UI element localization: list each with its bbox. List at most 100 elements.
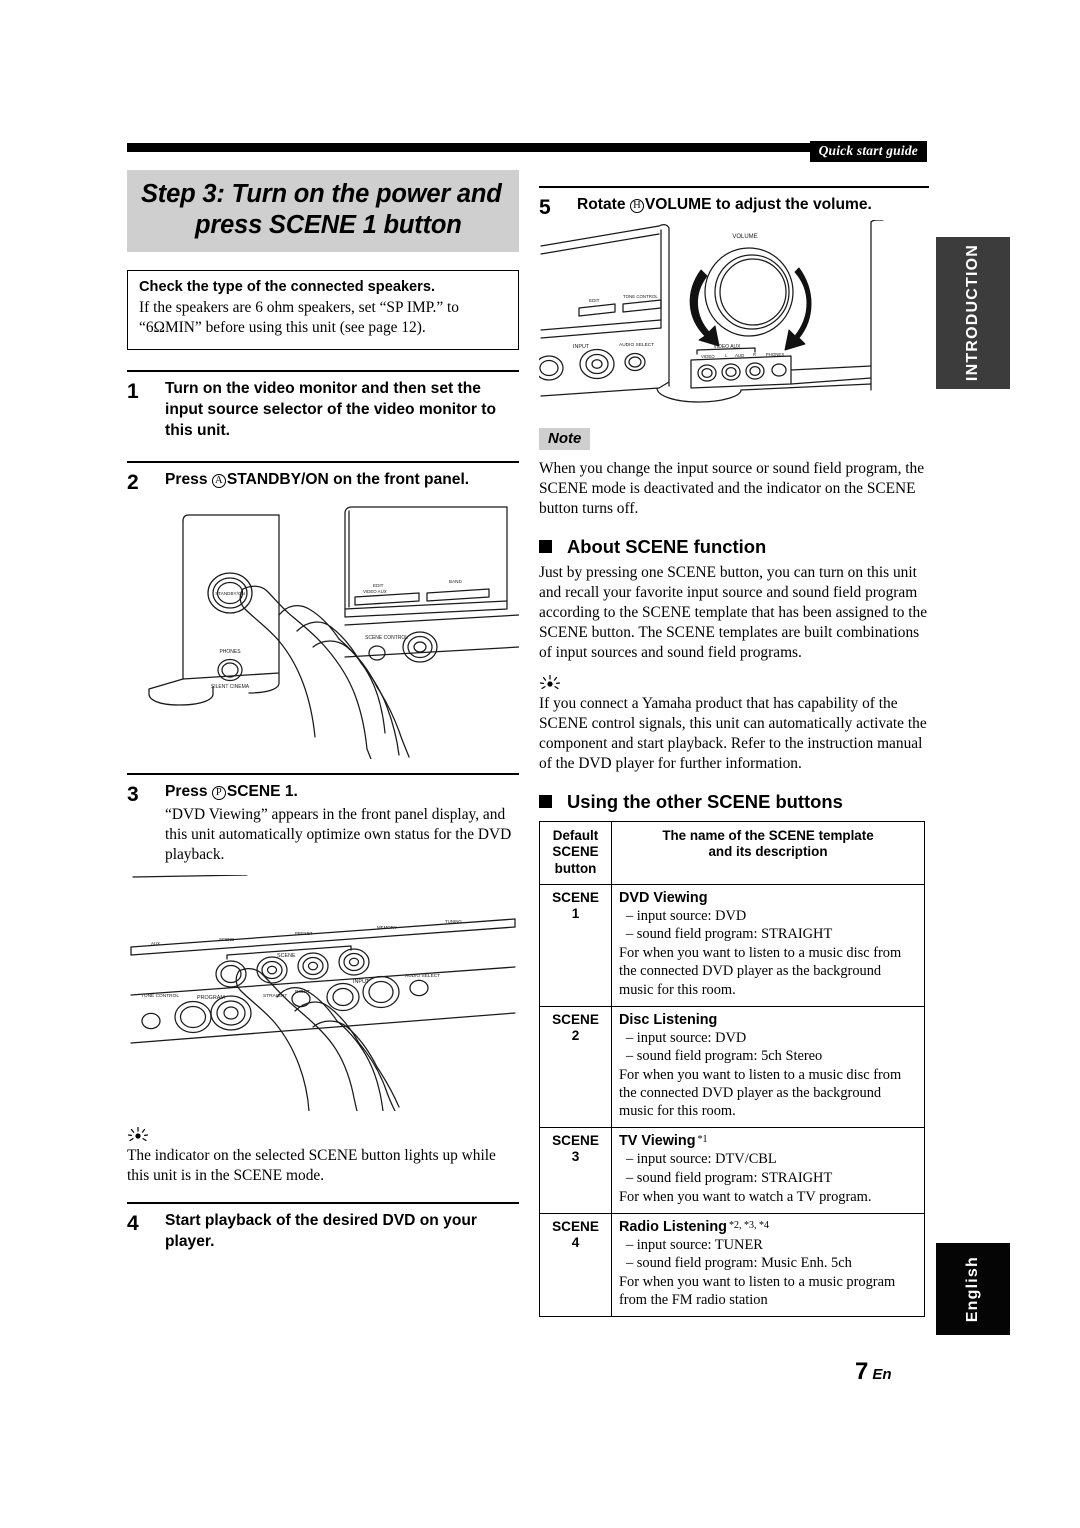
label-tone-control-vol: TONE CONTROL	[623, 294, 658, 299]
step-4-heading: Start playback of the desired DVD on you…	[165, 1212, 477, 1250]
note-body: When you change the input source or soun…	[539, 459, 925, 517]
step-5: 5 Rotate H VOLUME to adjust the volume.	[539, 186, 929, 219]
header-quick-start-tag: Quick start guide	[809, 141, 927, 162]
figure-scene-press-drawing: AUX SCENE PRESET MEMORY TUNING SCENE TON…	[130, 874, 516, 1111]
label-memory: MEMORY	[377, 925, 397, 930]
section-about-scene-heading: About SCENE function	[539, 536, 929, 558]
label-l-jack: L	[725, 353, 728, 358]
label-silent-cinema: SILENT CINEMA	[211, 684, 250, 690]
row-description: For when you want to listen to a music d…	[619, 945, 902, 998]
step-5-number: 5	[539, 196, 551, 219]
row-scene-button: SCENE 1	[539, 883, 612, 1007]
row-button-line2: 2	[571, 1027, 580, 1043]
row-button-line2: 3	[571, 1149, 580, 1165]
side-tab-introduction-label: INTRODUCTION	[964, 244, 981, 382]
step-1-heading: Turn on the video monitor and then set t…	[165, 380, 496, 439]
row-template-footnote: *2, *3, *4	[728, 1219, 769, 1231]
about-scene-tip: If you connect a Yamaha product that has…	[539, 674, 929, 774]
label-scene-group: SCENE	[277, 953, 296, 959]
callout-letter-h-icon: H	[629, 199, 644, 213]
row-scene-button: SCENE 4	[539, 1212, 612, 1318]
side-tab-language: English	[936, 1243, 1010, 1335]
tip-sun-icon-2	[539, 674, 561, 689]
table-row: SCENE 2 Disc Listening – input source: D…	[539, 1005, 925, 1129]
row-template-cell: TV Viewing *1 – input source: DTV/CBL – s…	[611, 1127, 925, 1214]
row-bullet-sound-field: – sound field program: STRAIGHT	[626, 926, 833, 943]
row-button-line2: 1	[571, 905, 580, 921]
figure-scene-press: AUX SCENE PRESET MEMORY TUNING SCENE TON…	[127, 874, 519, 1111]
step-1-number: 1	[127, 380, 139, 404]
step-2-heading-post: on the front panel.	[328, 471, 470, 489]
row-bullet-sound-field: – sound field program: Music Enh. 5ch	[626, 1254, 852, 1271]
row-bullet-input-source: – input source: TUNER	[626, 1236, 763, 1253]
label-tuning: TUNING	[445, 919, 462, 924]
header-col1-line3: button	[554, 860, 597, 876]
step-3-heading: Press P SCENE 1.	[165, 782, 519, 803]
page-number-value: 7	[855, 1358, 869, 1385]
speaker-notice-title: Check the type of the connected speakers…	[139, 279, 436, 296]
label-audio-select-vol: AUDIO SELECT	[619, 342, 654, 348]
label-scene-strip: SCENE	[219, 937, 234, 942]
row-template-name: TV Viewing *1	[619, 1133, 917, 1149]
row-template-name-text: TV Viewing	[619, 1133, 696, 1150]
label-volume: VOLUME	[732, 234, 757, 240]
step-2-number: 2	[127, 471, 139, 495]
step-5-heading-pre: Rotate	[577, 196, 630, 213]
row-template-name-text: DVD Viewing	[619, 889, 708, 906]
row-template-cell: DVD Viewing – input source: DVD – sound …	[611, 883, 925, 1007]
row-scene-button: SCENE 2	[539, 1005, 612, 1129]
label-aux: AUX	[151, 941, 160, 946]
row-template-footnote: *1	[697, 1134, 708, 1146]
label-r-jack: R	[753, 352, 756, 357]
row-template-name: Disc Listening	[619, 1012, 917, 1028]
label-video-aux-vol: VIDEO AUX	[714, 344, 742, 350]
label-tone-control: TONE CONTROL	[141, 993, 179, 999]
tip-glyph-icon-2	[539, 674, 929, 691]
page-number-suffix: En	[872, 1366, 892, 1383]
step3-banner: Step 3: Turn on the power and press SCEN…	[127, 170, 519, 253]
side-tab-introduction: INTRODUCTION	[936, 237, 1010, 389]
step3-banner-line1: Step 3: Turn on the power and	[141, 180, 502, 208]
table-row: SCENE 1 DVD Viewing – input source: DVD …	[539, 883, 925, 1007]
row-template-name: DVD Viewing	[619, 890, 917, 906]
step-3-heading-bold: SCENE 1.	[226, 783, 298, 801]
figure-standby-press: STANDBY/ON PHONES SILENT CINEMA EDIT VID…	[127, 497, 519, 760]
table-header-default-scene-button: Default SCENE button	[539, 820, 612, 885]
label-scene-control: SCENE CONTROL	[365, 635, 408, 641]
side-tab-language-label: English	[964, 1255, 981, 1323]
row-button-line1: SCENE	[552, 1218, 599, 1234]
about-scene-paragraph: Just by pressing one SCENE button, you c…	[539, 563, 928, 661]
figure-standby-press-drawing: STANDBY/ON PHONES SILENT CINEMA EDIT VID…	[148, 506, 519, 760]
row-template-name-text: Disc Listening	[619, 1011, 718, 1028]
step-4: 4 Start playback of the desired DVD on y…	[127, 1202, 519, 1252]
step-5-heading-post: to adjust the volume.	[711, 196, 872, 213]
step-3-body: “DVD Viewing” appears in the front panel…	[165, 805, 512, 863]
row-template-name: Radio Listening *2, *3, *4	[619, 1219, 917, 1235]
tip-sun-icon	[127, 1126, 149, 1142]
label-aud-jack: AUD	[735, 353, 744, 358]
bullet-square-icon-2	[539, 795, 552, 809]
header-col1-line1: Default	[552, 827, 599, 843]
row-scene-button: SCENE 3	[539, 1127, 612, 1214]
section-other-scene-heading: Using the other SCENE buttons	[539, 791, 929, 813]
row-bullet-input-source: – input source: DVD	[626, 907, 747, 924]
step-5-heading-bold: VOLUME	[644, 196, 712, 213]
header-rule	[127, 143, 927, 152]
label-phones: PHONES	[219, 649, 241, 655]
step-5-heading: Rotate H VOLUME to adjust the volume.	[577, 195, 929, 216]
about-scene-tip-body: If you connect a Yamaha product that has…	[539, 694, 927, 772]
step-2-heading-pre: Press	[165, 471, 212, 489]
figure-volume-knob-drawing: EDIT TONE CONTROL INPUT AUDIO SELECT VOL…	[539, 219, 884, 403]
step-2-heading-bold: STANDBY/ON	[226, 471, 329, 489]
figure-volume-knob: EDIT TONE CONTROL INPUT AUDIO SELECT VOL…	[539, 219, 929, 420]
row-description: For when you want to listen to a music p…	[619, 1274, 896, 1309]
row-template-cell: Disc Listening – input source: DVD – sou…	[611, 1005, 925, 1129]
row-description: For when you want to listen to a music d…	[619, 1066, 902, 1120]
header-col2-line2: and its description	[708, 844, 828, 860]
left-column: Step 3: Turn on the power and press SCEN…	[127, 170, 519, 1252]
row-button-line1: SCENE	[552, 1011, 599, 1027]
callout-letter-a-icon: A	[211, 474, 226, 489]
row-bullet-sound-field: – sound field program: STRAIGHT	[626, 1169, 833, 1186]
scene-table-body: SCENE 1 DVD Viewing – input source: DVD …	[539, 883, 925, 1318]
step-2-heading: Press A STANDBY/ON on the front panel.	[165, 470, 519, 491]
